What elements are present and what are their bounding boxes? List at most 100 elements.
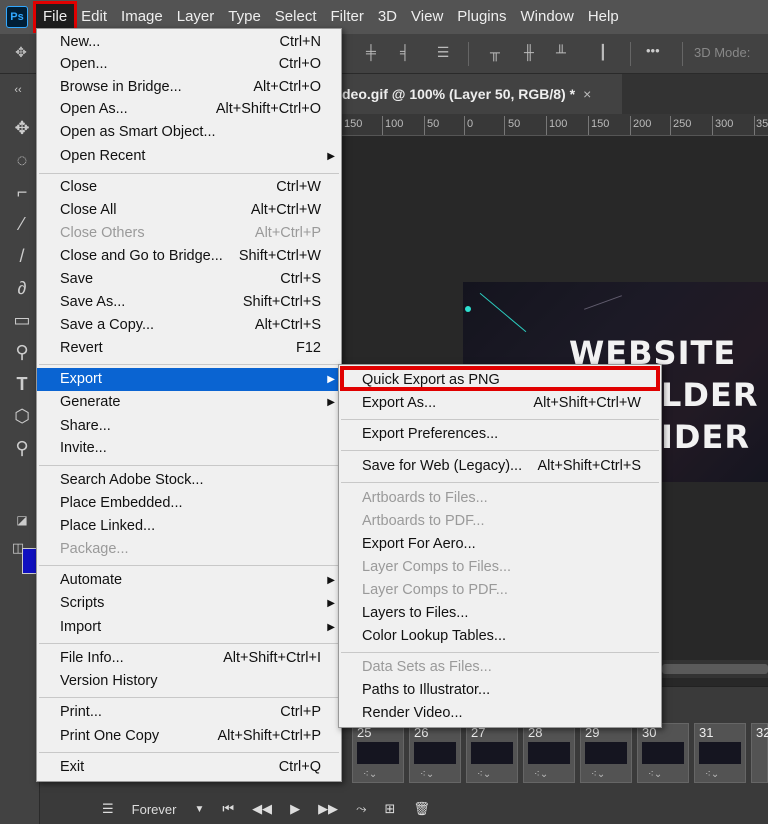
- file-menu-place-embedded[interactable]: Place Embedded...: [37, 492, 341, 515]
- file-menu-search-stock[interactable]: Search Adobe Stock...: [37, 469, 341, 492]
- convert-timeline-icon[interactable]: ☰: [102, 801, 114, 817]
- timeline-frame[interactable]: 26 ⁖⌄: [409, 723, 461, 783]
- file-menu-browse-bridge[interactable]: Browse in Bridge... Alt+Ctrl+O: [37, 76, 341, 99]
- menu-select[interactable]: Select: [268, 4, 324, 30]
- file-menu-new[interactable]: New... Ctrl+N: [37, 31, 341, 54]
- file-menu-invite[interactable]: Invite...: [37, 437, 341, 460]
- export-preferences[interactable]: Export Preferences...: [339, 423, 661, 446]
- play-icon[interactable]: ▶: [290, 801, 300, 817]
- first-frame-icon[interactable]: ⏮: [222, 801, 234, 817]
- tween-icon[interactable]: ⤳: [356, 801, 366, 817]
- menu-3d[interactable]: 3D: [371, 4, 404, 30]
- align-center-icon[interactable]: ╪: [362, 44, 380, 62]
- loop-dropdown-icon[interactable]: ▼: [194, 804, 204, 815]
- file-menu-import[interactable]: Import ▶: [37, 616, 341, 639]
- move-tool-icon[interactable]: ✥: [10, 116, 34, 140]
- file-menu-version-history[interactable]: Version History: [37, 670, 341, 693]
- timeline-frame[interactable]: 32: [751, 723, 768, 783]
- distribute-middle-icon[interactable]: ╫: [520, 44, 538, 62]
- menu-type[interactable]: Type: [221, 4, 268, 30]
- menu-plugins[interactable]: Plugins: [450, 4, 513, 30]
- dodge-tool-icon[interactable]: ⚲: [10, 340, 34, 364]
- file-menu-automate[interactable]: Automate ▶: [37, 569, 341, 592]
- ruler-tick: 50: [508, 118, 521, 130]
- shape-tool-icon[interactable]: ⬡: [10, 404, 34, 428]
- file-menu-open-smart-object[interactable]: Open as Smart Object...: [37, 121, 341, 144]
- submenu-arrow-icon: ▶: [327, 575, 335, 586]
- file-menu-place-linked[interactable]: Place Linked...: [37, 515, 341, 538]
- menu-filter[interactable]: Filter: [324, 4, 371, 30]
- crop-tool-icon[interactable]: ⌐: [10, 180, 34, 204]
- distribute-horizontal-icon[interactable]: ┃: [594, 44, 612, 62]
- distribute-bottom-icon[interactable]: ╨: [552, 44, 570, 62]
- file-menu-open-as[interactable]: Open As... Alt+Shift+Ctrl+O: [37, 98, 341, 121]
- file-menu-package: Package...: [60, 541, 129, 557]
- scrollbar-thumb[interactable]: [662, 664, 768, 674]
- close-tab-icon[interactable]: ×: [583, 86, 591, 102]
- export-render-video[interactable]: Render Video...: [339, 702, 661, 725]
- menu-edit[interactable]: Edit: [74, 4, 114, 30]
- file-menu-close[interactable]: Close Ctrl+W: [37, 176, 341, 199]
- swap-colors-icon[interactable]: ◪: [10, 508, 34, 532]
- timeline-frame[interactable]: 29 ⁖⌄: [580, 723, 632, 783]
- export-paths-illustrator[interactable]: Paths to Illustrator...: [339, 679, 661, 702]
- file-menu-close-all[interactable]: Close All Alt+Ctrl+W: [37, 199, 341, 222]
- file-menu-share[interactable]: Share...: [37, 415, 341, 438]
- timeline-frame[interactable]: 31 ⁖⌄: [694, 723, 746, 783]
- menu-window[interactable]: Window: [513, 4, 580, 30]
- next-frame-icon[interactable]: ▶▶: [318, 801, 338, 817]
- export-for-aero[interactable]: Export For Aero...: [339, 533, 661, 556]
- export-as[interactable]: Export As... Alt+Shift+Ctrl+W: [339, 392, 661, 415]
- file-menu-export[interactable]: Export ▶: [37, 368, 341, 391]
- menu-view[interactable]: View: [404, 4, 450, 30]
- align-bottom-icon[interactable]: ☰: [434, 44, 452, 62]
- submenu-arrow-icon: ▶: [327, 374, 335, 385]
- export-color-lookup[interactable]: Color Lookup Tables...: [339, 625, 661, 648]
- zoom-tool-icon[interactable]: ⚲: [10, 436, 34, 460]
- file-menu-close-go-bridge[interactable]: Close and Go to Bridge... Shift+Ctrl+W: [37, 245, 341, 268]
- history-brush-tool-icon[interactable]: ∂: [10, 276, 34, 300]
- gradient-tool-icon[interactable]: ▭: [10, 308, 34, 332]
- collapse-panel-icon[interactable]: ‹‹: [6, 78, 30, 102]
- timeline-frame[interactable]: 28 ⁖⌄: [523, 723, 575, 783]
- tools-panel: ‹‹ ✥ ◌ ⌐ ⁄ / ∂ ▭ ⚲ T ⬡ ⚲ ◪ ◫: [0, 74, 40, 824]
- file-menu-revert[interactable]: Revert F12: [37, 337, 341, 360]
- menu-help[interactable]: Help: [581, 4, 626, 30]
- timeline-frame[interactable]: 27 ⁖⌄: [466, 723, 518, 783]
- file-menu-print[interactable]: Print... Ctrl+P: [37, 701, 341, 724]
- distribute-top-icon[interactable]: ╥: [486, 44, 504, 62]
- file-menu-save-copy[interactable]: Save a Copy... Alt+Ctrl+S: [37, 314, 341, 337]
- menu-image[interactable]: Image: [114, 4, 170, 30]
- file-menu-file-info[interactable]: File Info... Alt+Shift+Ctrl+I: [37, 647, 341, 670]
- lasso-tool-icon[interactable]: ◌: [10, 148, 34, 172]
- file-menu-generate[interactable]: Generate ▶: [37, 391, 341, 414]
- quick-mask-icon[interactable]: ◫: [6, 536, 30, 560]
- file-menu-scripts[interactable]: Scripts ▶: [37, 592, 341, 615]
- menu-file[interactable]: File: [32, 1, 78, 33]
- align-right-icon[interactable]: ╡: [396, 44, 414, 62]
- file-menu-save-as[interactable]: Save As... Shift+Ctrl+S: [37, 291, 341, 314]
- type-tool-icon[interactable]: T: [10, 372, 34, 396]
- document-tab[interactable]: deo.gif @ 100% (Layer 50, RGB/8) * ×: [342, 74, 622, 114]
- export-quick-png[interactable]: Quick Export as PNG: [339, 369, 661, 392]
- previous-frame-icon[interactable]: ◀◀: [252, 801, 272, 817]
- eyedropper-tool-icon[interactable]: ⁄: [10, 212, 34, 236]
- file-menu-print-one-copy[interactable]: Print One Copy Alt+Shift+Ctrl+P: [37, 725, 341, 748]
- more-options-icon[interactable]: •••: [646, 43, 660, 58]
- brush-tool-icon[interactable]: /: [10, 244, 34, 268]
- export-layers-to-files[interactable]: Layers to Files...: [339, 602, 661, 625]
- file-menu-save[interactable]: Save Ctrl+S: [37, 268, 341, 291]
- ruler-tick: 100: [385, 118, 404, 130]
- timeline-frame[interactable]: 30 ⁖⌄: [637, 723, 689, 783]
- timeline-frame[interactable]: 25 ⁖⌄: [352, 723, 404, 783]
- trash-icon[interactable]: 🗑: [413, 801, 430, 817]
- export-save-for-web[interactable]: Save for Web (Legacy)... Alt+Shift+Ctrl+S: [339, 455, 661, 478]
- file-menu-open-recent[interactable]: Open Recent ▶: [37, 145, 341, 168]
- file-menu-exit[interactable]: Exit Ctrl+Q: [37, 756, 341, 779]
- duplicate-frame-icon[interactable]: ⊞: [384, 801, 395, 817]
- loop-option[interactable]: Forever: [132, 802, 177, 817]
- menu-layer[interactable]: Layer: [170, 4, 222, 30]
- file-menu-open[interactable]: Open... Ctrl+O: [37, 53, 341, 76]
- ruler-tick: 100: [549, 118, 568, 130]
- move-tool-icon[interactable]: ✥: [12, 44, 30, 62]
